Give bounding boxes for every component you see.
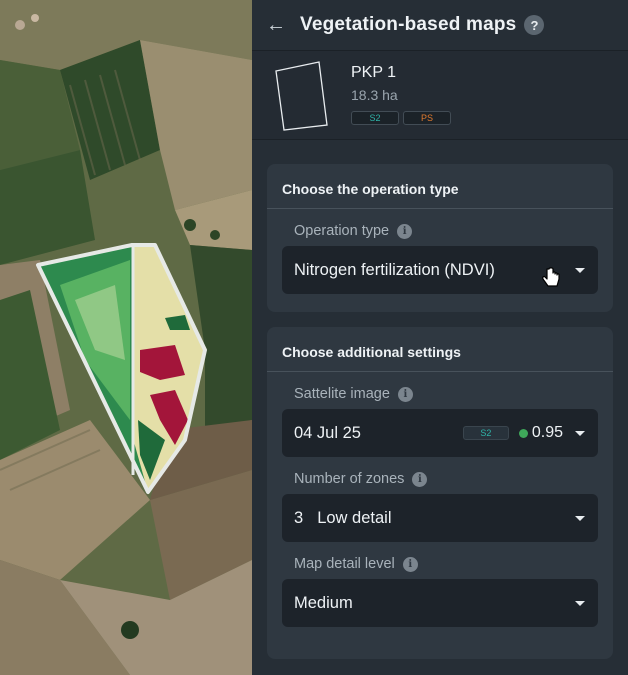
info-icon[interactable]: i bbox=[402, 556, 418, 572]
planetscope-badge: PS bbox=[403, 111, 451, 125]
field-area: 18.3 ha bbox=[351, 87, 398, 103]
section-heading: Choose additional settings bbox=[267, 327, 613, 372]
map-detail-level-value: Medium bbox=[294, 593, 353, 612]
info-icon[interactable]: i bbox=[397, 223, 413, 239]
image-quality-score: 0.95 bbox=[531, 424, 563, 441]
number-of-zones-select[interactable]: 3 Low detail bbox=[282, 494, 598, 542]
field-name: PKP 1 bbox=[351, 64, 397, 81]
chevron-down-icon bbox=[575, 600, 585, 606]
number-of-zones-label: Number of zones bbox=[294, 471, 405, 487]
operation-type-select[interactable]: Nitrogen fertilization (NDVI) bbox=[282, 246, 598, 294]
chevron-down-icon bbox=[575, 430, 585, 436]
satellite-image-select[interactable]: 04 Jul 25 S2 0.95 bbox=[282, 409, 598, 457]
settings-panel: ← Vegetation-based maps ? PKP 1 18.3 ha … bbox=[252, 0, 628, 675]
section-heading: Choose the operation type bbox=[267, 164, 613, 209]
satellite-image-label: Sattelite image bbox=[294, 386, 390, 402]
chevron-down-icon bbox=[575, 267, 585, 273]
sentinel2-badge: S2 bbox=[351, 111, 399, 125]
panel-header: ← Vegetation-based maps ? bbox=[252, 0, 628, 51]
field-card[interactable]: PKP 1 18.3 ha S2 PS bbox=[252, 51, 628, 140]
help-icon[interactable]: ? bbox=[524, 15, 545, 35]
additional-settings-section: Choose additional settings Sattelite ima… bbox=[267, 327, 613, 659]
quality-dot-icon bbox=[518, 428, 528, 438]
info-icon[interactable]: i bbox=[397, 386, 413, 402]
operation-type-value: Nitrogen fertilization (NDVI) bbox=[294, 260, 495, 279]
page-title: Vegetation-based maps bbox=[300, 14, 517, 35]
back-arrow-icon[interactable]: ← bbox=[252, 0, 300, 50]
field-outline-icon bbox=[252, 51, 330, 139]
map-detail-level-label: Map detail level bbox=[294, 556, 395, 572]
chevron-down-icon bbox=[575, 515, 585, 521]
map-detail-level-select[interactable]: Medium bbox=[282, 579, 598, 627]
satellite-image-date: 04 Jul 25 bbox=[294, 423, 361, 442]
zone-detail: Low detail bbox=[317, 508, 392, 527]
pointer-hand-icon bbox=[542, 267, 560, 287]
map-imagery bbox=[0, 0, 252, 675]
info-icon[interactable]: i bbox=[412, 471, 428, 487]
zone-count: 3 bbox=[294, 508, 304, 527]
operation-type-section: Choose the operation type Operation type… bbox=[267, 164, 613, 312]
satellite-source-badge: S2 bbox=[462, 426, 509, 440]
satellite-map[interactable] bbox=[0, 0, 252, 675]
operation-type-label: Operation type bbox=[294, 223, 390, 239]
